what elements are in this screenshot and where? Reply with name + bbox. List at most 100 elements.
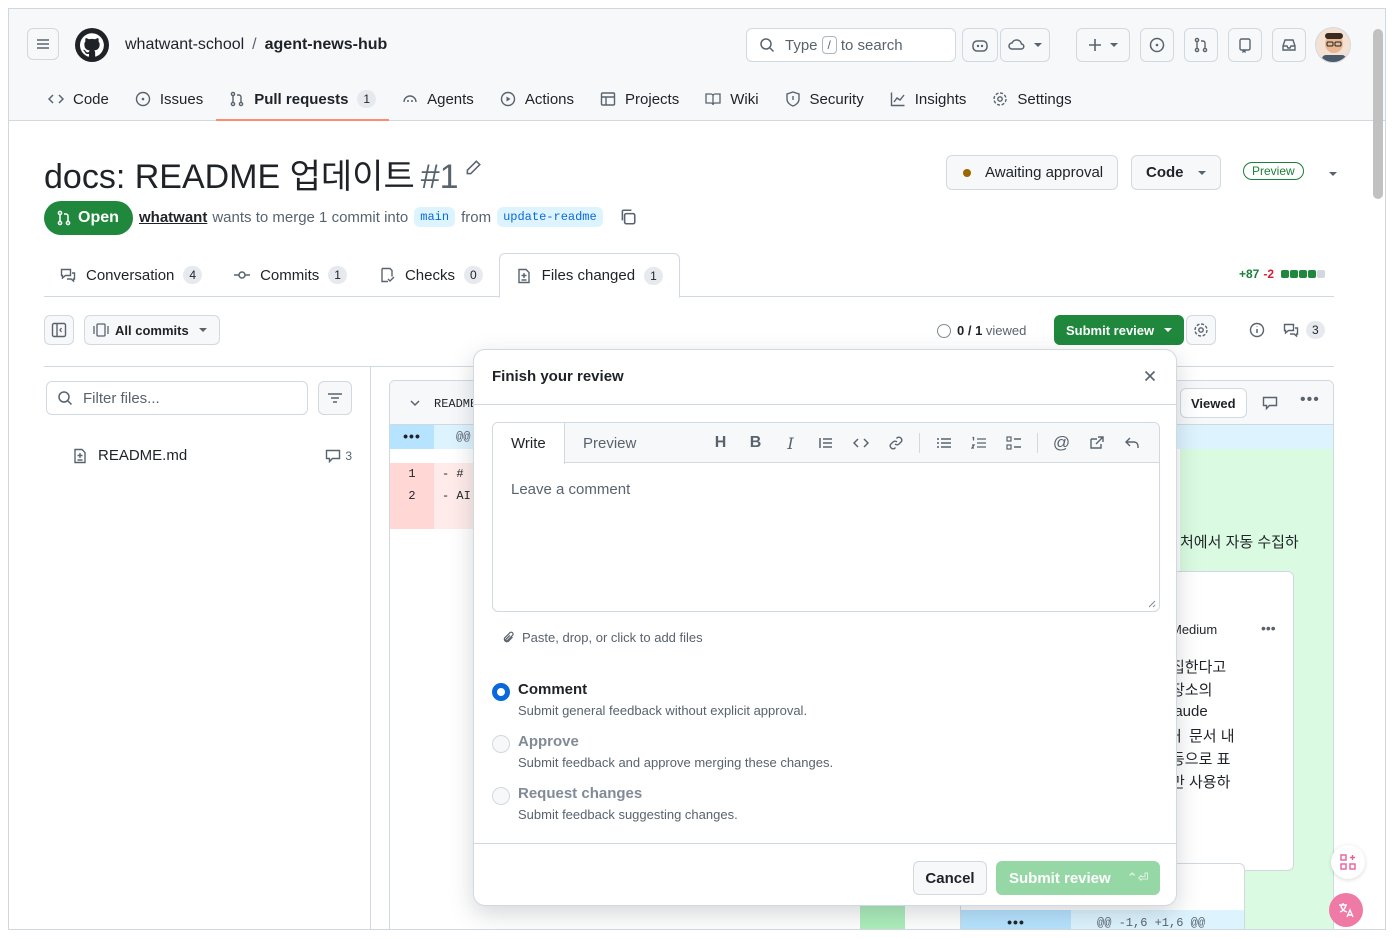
awaiting-approval-button[interactable]: Awaiting approval xyxy=(946,155,1119,190)
reference-glyph xyxy=(1089,436,1104,449)
play-icon xyxy=(500,91,516,107)
cross-reference-icon[interactable] xyxy=(1079,435,1114,451)
code-icon[interactable] xyxy=(843,435,878,451)
file-tree-item[interactable]: README.md 3 xyxy=(72,447,352,464)
tab-commits[interactable]: Commits 1 xyxy=(218,253,363,297)
filter-files-input[interactable]: Filter files... xyxy=(46,381,308,415)
viewed-checkbox[interactable]: Viewed xyxy=(1180,388,1247,418)
apps-icon[interactable] xyxy=(1331,845,1365,879)
info-icon[interactable] xyxy=(1249,322,1265,338)
comment-icon[interactable] xyxy=(1262,395,1278,411)
all-commits-dropdown[interactable]: All commits xyxy=(84,315,220,345)
code-button[interactable]: Code xyxy=(1131,155,1221,190)
code-glyph xyxy=(852,438,869,448)
tab-pull-requests[interactable]: Pull requests 1 xyxy=(216,79,390,121)
chevron-down-icon[interactable] xyxy=(408,396,422,410)
copy-icon[interactable] xyxy=(619,208,637,226)
tab-checks[interactable]: Checks 0 xyxy=(363,253,499,297)
expand-icon[interactable]: ••• xyxy=(961,910,1071,929)
repo-owner-link[interactable]: whatwant-school xyxy=(125,36,244,53)
tab-agents[interactable]: Agents xyxy=(389,79,487,119)
task-list-icon[interactable] xyxy=(996,435,1031,451)
copilot-menu-button[interactable] xyxy=(1000,28,1050,62)
finish-review-dialog: Finish your review Write Preview H B I @… xyxy=(473,349,1177,906)
tab-security[interactable]: Security xyxy=(772,79,877,119)
user-avatar[interactable] xyxy=(1315,27,1351,63)
diff-file-name[interactable]: README xyxy=(434,397,477,411)
tab-issues[interactable]: Issues xyxy=(122,79,216,119)
added-line-text: 처에서 자동 수집하 xyxy=(1180,534,1299,551)
tab-projects[interactable]: Projects xyxy=(587,79,692,119)
chevron-down-icon[interactable] xyxy=(1329,172,1337,176)
attach-files-button[interactable]: Paste, drop, or click to add files xyxy=(502,630,703,645)
translate-icon[interactable] xyxy=(1329,893,1363,927)
copilot-button[interactable] xyxy=(962,28,998,62)
vertical-scrollbar[interactable] xyxy=(1373,29,1383,199)
reply-icon[interactable] xyxy=(1114,435,1149,451)
tab-insights[interactable]: Insights xyxy=(877,79,980,119)
filter-icon xyxy=(328,393,342,403)
line-number[interactable]: 2 xyxy=(390,485,434,507)
repo-name-link[interactable]: agent-news-hub xyxy=(265,36,388,53)
comment-editor: Write Preview H B I @ Leave a comment xyxy=(492,422,1160,612)
tab-write[interactable]: Write xyxy=(493,423,565,464)
agent-icon xyxy=(403,95,417,103)
preview-badge[interactable]: Preview xyxy=(1243,162,1304,180)
tab-settings[interactable]: Settings xyxy=(979,79,1084,119)
tab-actions[interactable]: Actions xyxy=(487,79,587,119)
tab-code[interactable]: Code xyxy=(35,79,122,119)
quote-icon[interactable] xyxy=(808,435,843,451)
kebab-icon[interactable]: ••• xyxy=(1300,391,1320,409)
repositories-button[interactable] xyxy=(1228,28,1262,62)
deletions-count: -2 xyxy=(1263,267,1275,281)
kebab-icon[interactable]: ••• xyxy=(1261,620,1276,636)
unordered-list-icon[interactable] xyxy=(926,435,961,451)
filter-button[interactable] xyxy=(318,381,352,415)
tab-conversation[interactable]: Conversation 4 xyxy=(44,253,218,297)
pencil-icon[interactable] xyxy=(464,159,482,177)
github-logo[interactable] xyxy=(75,28,109,62)
cancel-button[interactable]: Cancel xyxy=(913,861,987,895)
author-link[interactable]: whatwant xyxy=(139,209,207,226)
line-number[interactable]: 1 xyxy=(390,463,434,485)
mention-icon[interactable]: @ xyxy=(1044,433,1079,453)
pull-requests-button[interactable] xyxy=(1184,28,1218,62)
submit-review-button[interactable]: Submit review xyxy=(1054,315,1185,345)
link-icon[interactable] xyxy=(878,435,913,451)
tab-count: 1 xyxy=(644,266,663,285)
comment-text-line: 집한다고 xyxy=(1171,659,1227,676)
toggle-file-tree-button[interactable] xyxy=(44,315,74,345)
inbox-button[interactable] xyxy=(1272,28,1306,62)
tab-wiki[interactable]: Wiki xyxy=(692,79,771,119)
close-icon[interactable] xyxy=(1142,368,1158,384)
tab-files-changed[interactable]: Files changed 1 xyxy=(498,253,680,298)
tab-count: 1 xyxy=(328,266,347,284)
base-branch[interactable]: main xyxy=(414,207,456,227)
bold-icon[interactable]: B xyxy=(738,434,773,452)
option-description: Submit general feedback without explicit… xyxy=(518,703,808,718)
pull-request-icon xyxy=(230,91,244,107)
search-input[interactable]: Type / to search xyxy=(746,28,956,62)
diff-settings-button[interactable] xyxy=(1186,315,1216,345)
checklist-icon xyxy=(381,267,395,283)
resize-handle-icon[interactable] xyxy=(1146,598,1156,608)
issues-button[interactable] xyxy=(1140,28,1174,62)
radio-comment[interactable] xyxy=(492,683,510,701)
ordered-list-glyph xyxy=(970,436,986,449)
file-diff-icon xyxy=(74,448,86,463)
comments-button[interactable]: 3 xyxy=(1282,321,1325,339)
comment-discussion-icon xyxy=(60,268,76,283)
heading-icon[interactable]: H xyxy=(703,434,738,452)
tab-label: Agents xyxy=(427,90,474,108)
pr-title-text: docs: README 업데이트 xyxy=(44,158,415,196)
ordered-list-icon[interactable] xyxy=(961,435,996,451)
search-suffix: to search xyxy=(840,36,903,54)
menu-button[interactable] xyxy=(27,28,59,60)
expand-icon[interactable]: ••• xyxy=(390,425,434,449)
translate-glyph xyxy=(1339,903,1354,918)
comment-textarea[interactable]: Leave a comment xyxy=(511,481,630,498)
head-branch[interactable]: update-readme xyxy=(497,207,603,227)
create-new-button[interactable] xyxy=(1076,28,1130,62)
tab-preview[interactable]: Preview xyxy=(565,423,654,464)
italic-icon[interactable]: I xyxy=(773,434,808,453)
